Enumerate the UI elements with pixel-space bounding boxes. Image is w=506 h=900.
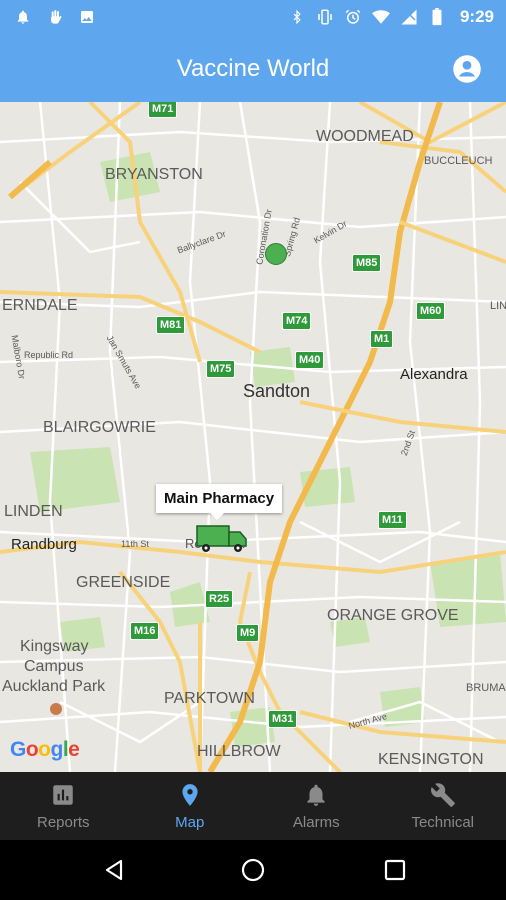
map-label-randburg: Randburg: [11, 536, 77, 553]
status-time: 9:29: [459, 7, 494, 26]
nav-label: Reports: [36, 813, 90, 831]
route-shield: M11: [378, 511, 407, 529]
map-label-buccleuch: BUCCLEUCH: [424, 155, 493, 167]
nav-map[interactable]: Map: [127, 772, 254, 840]
map-label-greenside: GREENSIDE: [76, 574, 171, 591]
route-shield: M81: [156, 316, 186, 334]
notification-bell-icon: [14, 8, 32, 26]
map-label-erndale: ERNDALE: [2, 297, 78, 314]
location-pin-icon: [182, 783, 198, 806]
wifi-icon: [371, 8, 390, 26]
map-label-auckland-park: Auckland Park: [2, 678, 106, 695]
map-label-kingsway: Kingsway: [20, 638, 89, 655]
map-label-11th-st: 11th St: [121, 539, 149, 549]
nav-label: Alarms: [292, 813, 340, 831]
map-label-campus: Campus: [24, 658, 84, 675]
nav-label: Technical: [411, 813, 475, 831]
nav-technical[interactable]: Technical: [380, 772, 506, 840]
bar-chart-icon: [53, 784, 73, 805]
alarm-clock-icon: [344, 8, 362, 26]
route-shield: M16: [130, 622, 160, 640]
signal-icon: [400, 8, 418, 26]
route-shield: M71: [148, 102, 178, 118]
recents-icon[interactable]: [383, 858, 407, 882]
map-label-kensington: KENSINGTON: [378, 751, 484, 768]
map-label-lin: LIN: [490, 300, 506, 312]
map-label-bruma: BRUMA: [466, 682, 506, 694]
route-shield: M31: [268, 710, 298, 728]
bottom-navigation: Reports Map Alarms Technical: [0, 772, 506, 840]
map-label-republic-rd: Republic Rd: [24, 350, 74, 360]
map-view[interactable]: WOODMEAD BUCCLEUCH BRYANSTON ERNDALE San…: [0, 102, 506, 772]
route-shield: M60: [416, 302, 446, 320]
map-label-alexandra: Alexandra: [400, 366, 468, 383]
nav-label: Map: [175, 813, 205, 831]
vibrate-icon: [316, 8, 334, 26]
image-icon: [78, 8, 96, 26]
nav-reports[interactable]: Reports: [0, 772, 127, 840]
back-icon[interactable]: [102, 858, 126, 882]
poi-icon: [50, 703, 62, 715]
route-shield: M85: [352, 254, 382, 272]
app-bar: Vaccine World: [0, 36, 506, 102]
bell-icon: [307, 784, 325, 806]
map-label-hillbrow: HILLBROW: [197, 743, 281, 760]
route-shield: M74: [282, 312, 312, 330]
marker-tooltip[interactable]: Main Pharmacy: [156, 484, 283, 520]
hand-icon: [46, 8, 64, 26]
account-icon[interactable]: [452, 54, 482, 84]
system-navigation-bar: [0, 840, 506, 900]
route-shield: M1: [370, 330, 394, 348]
bluetooth-icon: [288, 8, 306, 26]
truck-icon[interactable]: [196, 524, 248, 554]
google-logo: Google: [10, 738, 80, 761]
map-label-orange-grove: ORANGE GROVE: [327, 607, 459, 624]
home-icon[interactable]: [241, 858, 265, 882]
route-shield: M75: [206, 360, 236, 378]
app-title: Vaccine World: [176, 55, 330, 82]
route-shield: M9: [236, 624, 260, 642]
map-label-linden: LINDEN: [4, 503, 63, 520]
route-shield: R25: [205, 590, 234, 608]
nav-alarms[interactable]: Alarms: [253, 772, 380, 840]
wrench-icon: [430, 782, 455, 807]
map-label-blairgowrie: BLAIRGOWRIE: [43, 419, 156, 436]
status-bar: 9:29: [0, 0, 506, 36]
map-label-parktown: PARKTOWN: [164, 690, 255, 707]
map-label-sandton: Sandton: [243, 381, 311, 401]
map-label-bryanston: BRYANSTON: [105, 166, 203, 183]
map-label-woodmead: WOODMEAD: [316, 128, 414, 145]
route-shield: M40: [295, 351, 325, 369]
battery-icon: [428, 8, 446, 26]
location-marker[interactable]: [265, 243, 287, 265]
